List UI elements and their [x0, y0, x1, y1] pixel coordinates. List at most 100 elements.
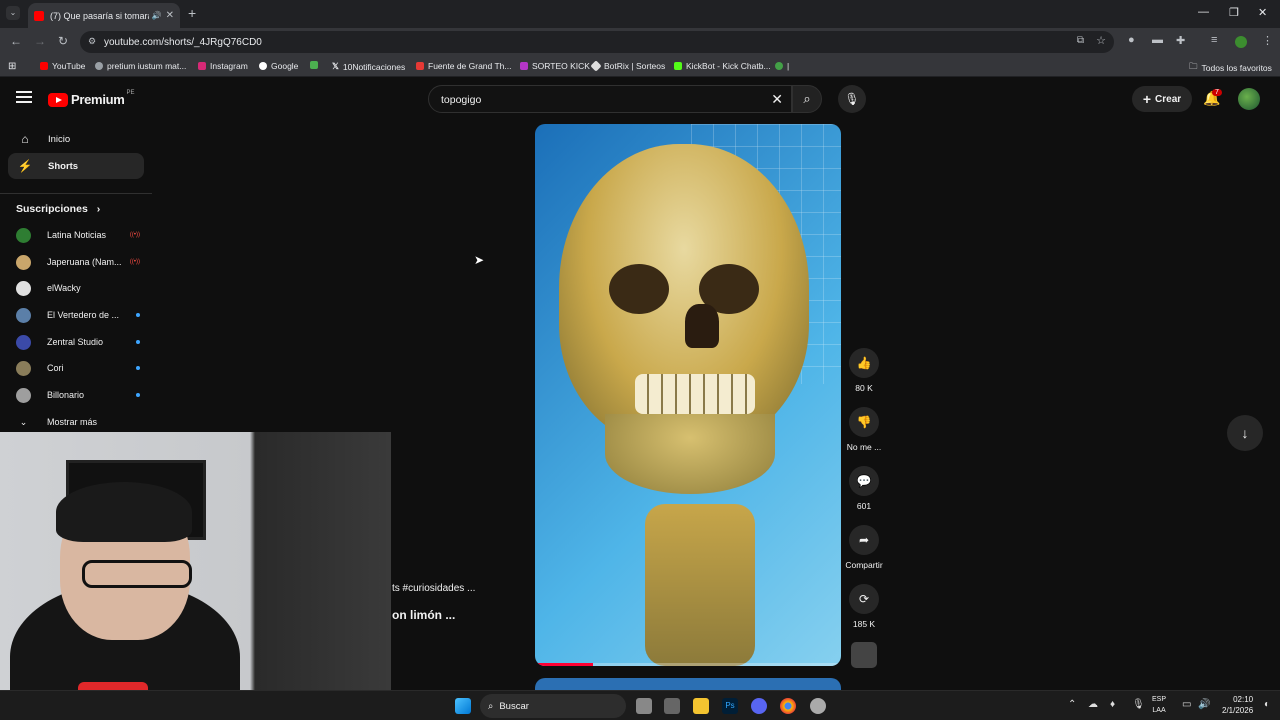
tray-mic-icon[interactable]: 🎙	[1132, 699, 1145, 710]
bookmark-x[interactable]: 𝕏 10Notificaciones	[332, 61, 405, 72]
sound-thumbnail[interactable]	[851, 642, 877, 668]
channel-avatar	[16, 227, 31, 243]
subscription-item[interactable]: elWacky	[16, 278, 140, 298]
video-progress-bar[interactable]	[535, 663, 841, 666]
subscription-item[interactable]: Japeruana (Nam... ((•))	[16, 252, 140, 272]
extensions-puzzle-icon[interactable]: ✚	[1176, 34, 1185, 47]
bookmark-kickbot[interactable]: KickBot - Kick Chatb...	[674, 61, 771, 71]
windows-start-icon[interactable]	[455, 698, 471, 714]
clock[interactable]: 02:10 2/1/2026	[1222, 694, 1253, 716]
subscriptions-header[interactable]: Suscripciones ›	[16, 203, 100, 215]
reload-icon[interactable]: ↻	[58, 34, 68, 48]
taskbar-search[interactable]: ⌕ Buscar	[480, 694, 626, 718]
subscription-item[interactable]: Zentral Studio	[16, 332, 140, 352]
sidebar-item-shorts[interactable]: ⚡ Shorts	[8, 153, 144, 179]
plus-icon: +	[1142, 91, 1152, 107]
skull-teeth	[635, 374, 755, 414]
network-icon[interactable]: ▭	[1182, 699, 1191, 710]
apps-icon[interactable]: ⊞	[8, 61, 16, 72]
voice-search-button[interactable]: 🎙	[838, 85, 866, 113]
install-icon[interactable]: ⧉	[1077, 35, 1084, 46]
audio-icon[interactable]: 🔊	[152, 11, 162, 20]
close-window-icon[interactable]: ✕	[1258, 6, 1267, 19]
youtube-favicon-icon	[34, 10, 44, 21]
subscription-item[interactable]: Latina Noticias ((•))	[16, 225, 140, 245]
task-view-icon[interactable]	[636, 698, 652, 714]
new-content-dot	[136, 393, 140, 397]
new-tab-button[interactable]: +	[188, 5, 196, 21]
back-icon[interactable]: ←	[10, 34, 22, 48]
bookmark-fuente[interactable]: Fuente de Grand Th...	[416, 61, 511, 71]
file-explorer-icon[interactable]	[693, 698, 709, 714]
share-button[interactable]: ➦ Compartir	[842, 525, 886, 570]
windows-taskbar: ⌕ Buscar Ps ⌃ ☁ ♦ 🎙 ESP LAA ▭ 🔊 02:10 2/1/…	[0, 690, 1280, 720]
notification-center-icon[interactable]: ◐	[1264, 699, 1270, 710]
create-button[interactable]: + Crear	[1132, 86, 1192, 112]
short-caption-tags[interactable]: ts #curiosidades ...	[392, 583, 475, 594]
bookmark-pretium[interactable]: pretium iustum mat...	[95, 61, 186, 71]
account-avatar[interactable]	[1238, 88, 1260, 110]
menu-icon[interactable]	[16, 91, 32, 103]
next-video-button[interactable]: ↓	[1227, 415, 1263, 451]
dislike-button[interactable]: 👎 No me ...	[842, 407, 886, 452]
steam-icon[interactable]	[810, 698, 826, 714]
comment-icon: 💬	[849, 466, 879, 496]
chrome-icon[interactable]	[780, 698, 796, 714]
restore-icon[interactable]: ❐	[1229, 6, 1239, 19]
tab-search-icon[interactable]: ⌄	[6, 6, 20, 20]
browser-menu-icon[interactable]: ⋮	[1262, 34, 1273, 47]
subscription-item[interactable]: Cori	[16, 358, 140, 378]
youtube-logo[interactable]: Premium PE	[48, 90, 135, 107]
remix-button[interactable]: ⟳ 185 K	[842, 584, 886, 629]
show-more-button[interactable]: ⌄ Mostrar más	[16, 412, 140, 432]
person-glasses	[82, 560, 192, 588]
discord-icon[interactable]	[751, 698, 767, 714]
site-info-icon[interactable]: ⚙	[88, 36, 96, 47]
address-bar[interactable]: ⚙ youtube.com/shorts/_4JRgQ76CD0 ⧉ ☆	[80, 31, 1114, 53]
browser-tab[interactable]: (7) Que pasaría si tomaras ... 🔊 ✕	[28, 3, 180, 28]
profile-icon[interactable]	[1235, 36, 1247, 48]
like-button[interactable]: 👍 80 K	[842, 348, 886, 393]
tab-close-icon[interactable]: ✕	[166, 10, 174, 21]
shorts-icon: ⚡	[17, 159, 33, 173]
language-indicator[interactable]: ESP LAA	[1152, 694, 1166, 716]
bookmark-instagram[interactable]: Instagram	[198, 61, 248, 71]
bookmark-star-icon[interactable]: ☆	[1096, 34, 1106, 47]
extension-icon[interactable]: ●	[1128, 34, 1135, 46]
subscription-item[interactable]: Billonario	[16, 385, 140, 405]
media-control-icon[interactable]: ≡	[1211, 34, 1217, 46]
sidebar-item-inicio[interactable]: ⌂ Inicio	[8, 126, 144, 152]
search-input[interactable]: topogigo ✕	[428, 85, 792, 113]
toolbar: ← → ↻ ⚙ youtube.com/shorts/_4JRgQ76CD0 ⧉…	[0, 28, 1280, 56]
tray-overflow-icon[interactable]: ⌃	[1068, 699, 1076, 710]
short-caption-title[interactable]: on limón ...	[392, 608, 455, 622]
bookmark-google[interactable]: Google	[259, 61, 298, 71]
volume-icon[interactable]: 🔊	[1198, 699, 1210, 710]
bookmark-youtube[interactable]: YouTube	[40, 61, 85, 71]
youtube-icon	[40, 62, 48, 70]
next-short-preview[interactable]	[535, 678, 841, 690]
app-icon[interactable]	[664, 698, 680, 714]
photoshop-icon[interactable]: Ps	[722, 698, 738, 714]
bookmark-extra[interactable]: |	[775, 61, 789, 71]
bookmark-pinwheel[interactable]	[310, 61, 322, 69]
skull-jaw	[605, 414, 775, 494]
tray-app-icon[interactable]: ☁	[1088, 699, 1098, 710]
bookmark-sorteo-kick[interactable]: SORTEO KICK	[520, 61, 590, 71]
channel-avatar	[16, 307, 31, 323]
tray-app-2-icon[interactable]: ♦	[1110, 699, 1115, 710]
channel-avatar	[16, 387, 31, 403]
bookmark-botrix[interactable]: BotRix | Sorteos	[590, 60, 665, 72]
subscription-item[interactable]: El Vertedero de ...	[16, 305, 140, 325]
clear-search-icon[interactable]: ✕	[771, 91, 783, 108]
search-button[interactable]: ⌕	[792, 85, 822, 113]
comments-button[interactable]: 💬 601	[842, 466, 886, 511]
extension-2-icon[interactable]: ▬	[1152, 34, 1163, 46]
notification-count-badge: 7	[1212, 89, 1222, 96]
all-bookmarks[interactable]: 🗀 Todos los favoritos	[1189, 61, 1272, 75]
bookmarks-bar: ⊞ YouTube pretium iustum mat... Instagra…	[0, 56, 1280, 77]
minimize-icon[interactable]: —	[1198, 6, 1209, 18]
channel-avatar	[16, 254, 31, 270]
forward-icon[interactable]: →	[34, 34, 46, 48]
short-video-player[interactable]	[535, 124, 841, 666]
